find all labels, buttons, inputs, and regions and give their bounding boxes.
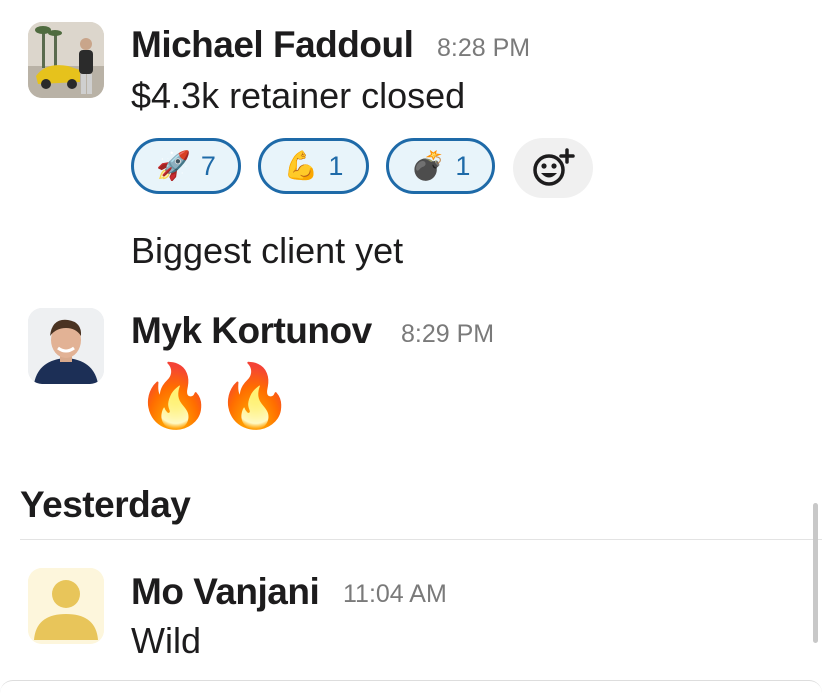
author-name[interactable]: Myk Kortunov — [131, 310, 372, 352]
message-composer-edge — [0, 680, 822, 693]
fire-icon: 🔥 — [136, 362, 214, 431]
message-timestamp[interactable]: 8:28 PM — [437, 34, 530, 63]
avatar-photo — [28, 308, 104, 384]
reaction-rocket[interactable]: 🚀 7 — [131, 138, 241, 194]
reaction-count: 1 — [455, 150, 471, 181]
default-user-icon — [28, 568, 104, 644]
message-text: $4.3k retainer closed — [131, 75, 466, 116]
message-text: Wild — [131, 620, 201, 661]
author-name[interactable]: Michael Faddoul — [131, 24, 414, 66]
message-timestamp[interactable]: 8:29 PM — [401, 320, 494, 349]
avatar-myk-kortunov[interactable] — [28, 308, 104, 384]
avatar-mo-vanjani[interactable] — [28, 568, 104, 644]
message-timestamp[interactable]: 11:04 AM — [343, 580, 447, 609]
reaction-count: 1 — [328, 150, 344, 181]
author-name[interactable]: Mo Vanjani — [131, 571, 320, 613]
date-section-header: Yesterday — [20, 484, 191, 525]
reaction-count: 7 — [200, 150, 216, 181]
reaction-bomb[interactable]: 💣 1 — [386, 138, 495, 194]
bomb-icon: 💣 — [410, 150, 446, 181]
reaction-flexed-biceps[interactable]: 💪 1 — [258, 138, 369, 194]
avatar-michael-faddoul[interactable] — [28, 22, 104, 98]
avatar-photo — [28, 22, 104, 98]
fire-icon: 🔥 — [216, 362, 294, 431]
add-reaction-button[interactable] — [513, 138, 593, 198]
message-text-followup: Biggest client yet — [131, 230, 404, 271]
section-divider — [20, 539, 822, 540]
scrollbar-thumb[interactable] — [813, 503, 818, 643]
flexed-biceps-icon: 💪 — [283, 150, 319, 181]
add-reaction-icon — [533, 148, 575, 186]
rocket-icon: 🚀 — [156, 150, 191, 181]
